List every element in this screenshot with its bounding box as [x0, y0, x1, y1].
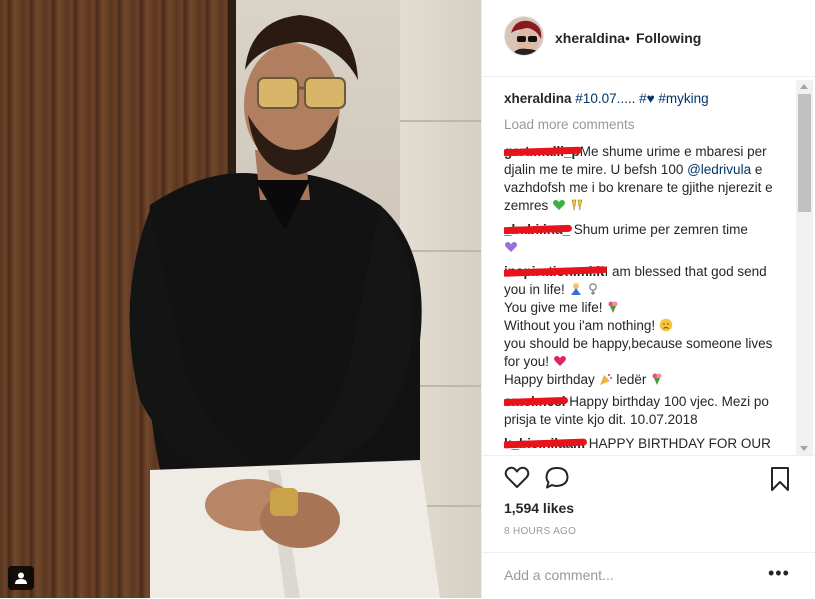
post-header: xheraldina • Following: [482, 0, 815, 77]
green-heart-icon: [553, 200, 565, 210]
clinking-glasses-icon: [571, 199, 583, 210]
following-button[interactable]: Following: [636, 30, 701, 46]
post-actions: 1,594 likes 8 HOURS AGO Add a comment...…: [482, 455, 815, 599]
female-sign-icon: [589, 283, 598, 295]
scroll-down-arrow-icon[interactable]: [800, 446, 808, 451]
more-options-button[interactable]: •••: [768, 563, 790, 584]
comments-scrollbar[interactable]: [796, 80, 813, 455]
separator-dot: •: [625, 30, 630, 46]
post-timestamp[interactable]: 8 HOURS AGO: [504, 526, 576, 537]
person-bowing-icon: [570, 283, 581, 295]
scrollbar-thumb[interactable]: [798, 94, 811, 212]
bouquet-icon: [652, 373, 662, 385]
add-comment-bar: Add a comment... •••: [482, 552, 815, 599]
caption: xheraldina #10.07..... #♥ #myking: [504, 90, 779, 108]
red-heart-icon: [553, 356, 566, 366]
comment-bubble-icon[interactable]: [544, 466, 570, 490]
post-sidebar: xheraldina • Following xheraldina #10.07…: [481, 0, 815, 598]
redacted-username[interactable]: inspiration.ml.it: [504, 263, 607, 281]
man-figure: [129, 15, 440, 598]
tagged-user-button[interactable]: [8, 566, 34, 590]
worried-face-icon: [659, 318, 673, 332]
party-popper-icon: [599, 374, 612, 385]
bouquet-icon: [608, 301, 618, 313]
scroll-up-arrow-icon[interactable]: [800, 84, 808, 89]
redacted-username[interactable]: emel.nesi: [504, 393, 568, 411]
add-comment-input[interactable]: Add a comment...: [504, 567, 614, 583]
comment-item: k_bis.nilaam HAPPY BIRTHDAY FOR OUR: [504, 435, 779, 453]
user-icon: [15, 572, 27, 584]
caption-username[interactable]: xheraldina: [504, 91, 572, 106]
header-username[interactable]: xheraldina: [555, 30, 625, 46]
load-more-comments-button[interactable]: Load more comments: [504, 116, 779, 134]
like-heart-icon[interactable]: [504, 466, 530, 490]
comment-item: gert.malli_pMe shume urime e mbaresi per…: [504, 143, 779, 215]
bookmark-icon[interactable]: [770, 466, 790, 492]
avatar[interactable]: [504, 16, 544, 56]
purple-heart-icon: [505, 242, 517, 252]
redacted-username[interactable]: k_bis.nilaam: [504, 435, 588, 453]
likes-count[interactable]: 1,594 likes: [504, 500, 574, 516]
caption-hashtags[interactable]: #10.07..... #♥ #myking: [575, 91, 708, 106]
redacted-username[interactable]: _babi.ina_: [504, 221, 573, 239]
comment-item: emel.nesi Happy birthday 100 vjec. Mezi …: [504, 393, 779, 429]
redacted-username[interactable]: gert.malli_p: [504, 143, 582, 161]
comment-item: inspiration.ml.it I am blessed that god …: [504, 263, 779, 389]
post-photo[interactable]: [0, 0, 481, 598]
comment-item: _babi.ina_ Shum urime per zemren time: [504, 221, 779, 257]
comments-list[interactable]: xheraldina #10.07..... #♥ #myking Load m…: [504, 90, 779, 454]
mention-link[interactable]: @ledrivula: [687, 162, 751, 177]
